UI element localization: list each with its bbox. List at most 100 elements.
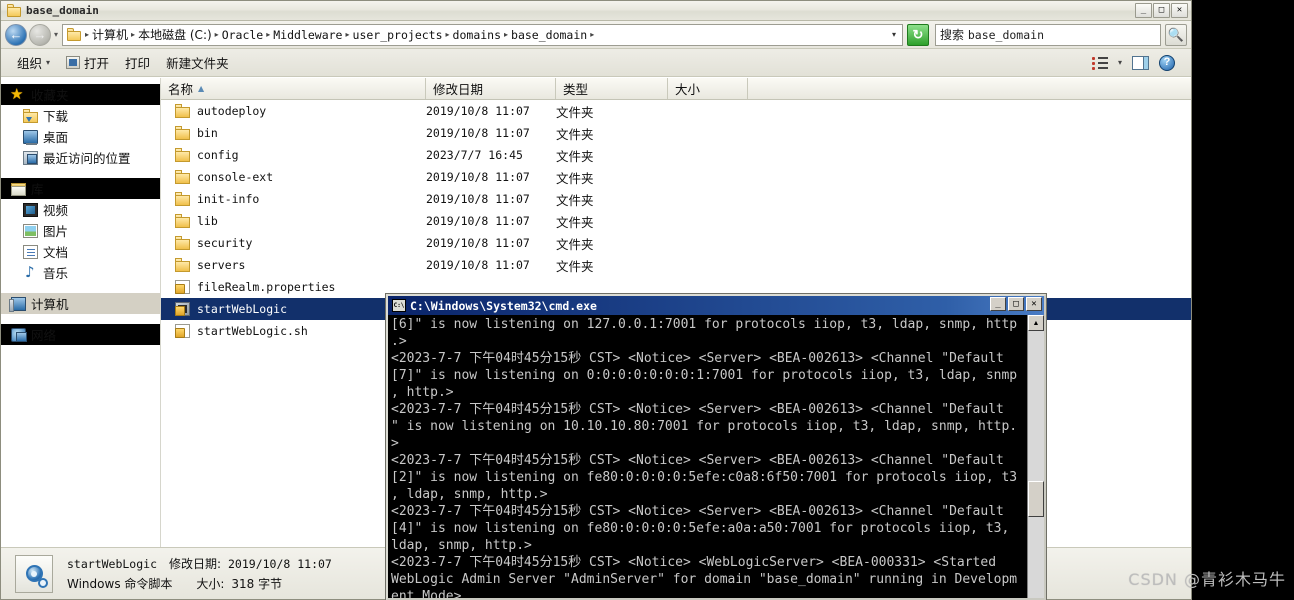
file-date-cell: 2019/10/8 11:07 [426,104,530,118]
folder-icon [175,148,190,162]
scroll-track[interactable] [1028,331,1044,598]
recent-places-icon [23,150,38,165]
desktop-icon [23,129,38,145]
minimize-button[interactable]: _ [1135,3,1152,18]
folder-icon [175,170,190,184]
forward-arrow-icon[interactable]: → [29,23,51,46]
breadcrumb-middleware[interactable]: Middleware [271,28,344,42]
chevron-down-icon: ▾ [1117,58,1122,67]
sidebar-item-music[interactable]: 音乐 [1,262,160,283]
star-icon [10,85,26,103]
breadcrumb-domains[interactable]: domains [451,28,503,42]
sort-ascending-icon: ▲ [198,84,205,93]
print-button[interactable]: 打印 [117,51,158,74]
cmd-maximize-button[interactable]: □ [1008,297,1024,311]
sidebar-label: 视频 [43,203,69,218]
table-row[interactable]: lib 2019/10/8 11:07 文件夹 [161,210,1191,232]
table-row[interactable]: security 2019/10/8 11:07 文件夹 [161,232,1191,254]
column-header-date[interactable]: 修改日期 [426,78,556,99]
file-name-label: lib [197,214,218,228]
computer-icon [9,296,26,312]
column-header-name[interactable]: 名称 ▲ [161,78,426,99]
column-header-type[interactable]: 类型 [556,78,668,99]
open-label: 打开 [84,56,110,71]
new-folder-label: 新建文件夹 [166,56,229,71]
details-modified-label: 修改日期: [169,557,222,571]
breadcrumb-base-domain[interactable]: base_domain [509,28,589,42]
file-date-cell: 2023/7/7 16:45 [426,148,523,162]
sidebar-item-libraries[interactable]: 库 [1,178,160,199]
cmd-scrollbar[interactable]: ▲ [1027,315,1044,598]
view-dropdown-button[interactable]: ▾ [1118,58,1122,67]
search-input[interactable]: 搜索 base_domain [935,23,1161,46]
navigation-pane: 收藏夹 下载 桌面 最近访问的位置 [1,78,161,547]
file-type-cell: 文件夹 [556,170,594,186]
cmd-output: [6]" is now listening on 127.0.0.1:7001 … [391,317,1018,598]
sidebar-item-recent-places[interactable]: 最近访问的位置 [1,147,160,168]
sidebar-item-videos[interactable]: 视频 [1,199,160,220]
back-arrow-icon[interactable]: ← [5,23,27,46]
gear-icon-small [38,577,48,588]
sidebar-item-downloads[interactable]: 下载 [1,105,160,126]
table-row[interactable]: console-ext 2019/10/8 11:07 文件夹 [161,166,1191,188]
file-type-cell: 文件夹 [556,126,594,142]
file-type-cell: 文件夹 [556,104,594,120]
table-row[interactable]: bin 2019/10/8 11:07 文件夹 [161,122,1191,144]
folder-icon [175,192,190,206]
file-icon [175,324,190,338]
sidebar-label: 音乐 [43,266,69,281]
cmd-close-button[interactable]: ✕ [1026,297,1042,311]
refresh-icon[interactable]: ↻ [907,23,929,46]
sidebar-label: 收藏夹 [31,88,69,103]
cmd-title-bar: C:\ C:\Windows\System32\cmd.exe _ □ ✕ [388,296,1044,315]
table-row[interactable]: init-info 2019/10/8 11:07 文件夹 [161,188,1191,210]
organize-button[interactable]: 组织 ▾ [9,51,58,74]
file-name-label: console-ext [197,170,274,184]
breadcrumb-user-projects[interactable]: user_projects [351,28,445,42]
table-row[interactable]: servers 2019/10/8 11:07 文件夹 [161,254,1191,276]
cmd-window-controls: _ □ ✕ [990,297,1042,311]
breadcrumb-local-disk[interactable]: 本地磁盘 (C:) [136,26,214,43]
address-input[interactable]: ▸ 计算机 ▸ 本地磁盘 (C:) ▸ Oracle ▸ Middleware … [62,23,903,46]
history-chevron-icon[interactable]: ▾ [54,30,58,39]
file-date-cell: 2019/10/8 11:07 [426,258,530,272]
file-date-cell: 2019/10/8 11:07 [426,126,530,140]
scroll-thumb[interactable] [1028,481,1044,517]
column-header-filler [748,78,1191,99]
change-view-icon[interactable] [1091,56,1108,70]
table-row[interactable]: config 2023/7/7 16:45 文件夹 [161,144,1191,166]
file-name-label: config [197,148,239,162]
scroll-up-button[interactable]: ▲ [1028,315,1044,331]
table-row[interactable]: autodeploy 2019/10/8 11:07 文件夹 [161,100,1191,122]
column-label: 名称 [168,82,194,97]
preview-pane-icon[interactable] [1132,55,1149,70]
close-button[interactable]: ✕ [1171,3,1188,18]
file-name-cell: config [175,148,426,162]
sidebar-item-desktop[interactable]: 桌面 [1,126,160,147]
sidebar-label: 库 [31,182,44,197]
sidebar-label: 图片 [43,224,69,239]
sidebar-item-favorites[interactable]: 收藏夹 [1,84,160,105]
column-label: 大小 [675,82,701,97]
sidebar-item-pictures[interactable]: 图片 [1,220,160,241]
breadcrumb-computer[interactable]: 计算机 [90,26,130,43]
cmd-minimize-button[interactable]: _ [990,297,1006,311]
help-icon[interactable]: ? [1159,54,1175,71]
window-title: base_domain [26,4,99,17]
maximize-button[interactable]: □ [1153,3,1170,18]
chevron-down-icon[interactable]: ▾ [892,30,900,39]
new-folder-button[interactable]: 新建文件夹 [158,51,237,74]
sidebar-item-documents[interactable]: 文档 [1,241,160,262]
open-button[interactable]: 打开 [58,51,117,74]
print-label: 打印 [125,56,151,71]
folder-icon [175,214,190,228]
sidebar-item-computer[interactable]: 计算机 [1,293,160,314]
sidebar-item-network[interactable]: 网络 [1,324,160,345]
details-text: startWebLogic 修改日期: 2019/10/8 11:07 Wind… [67,555,332,592]
file-type-cell: 文件夹 [556,148,594,164]
breadcrumb-oracle[interactable]: Oracle [220,28,266,42]
search-icon[interactable]: 🔍 [1165,23,1187,46]
column-header-size[interactable]: 大小 [668,78,748,99]
